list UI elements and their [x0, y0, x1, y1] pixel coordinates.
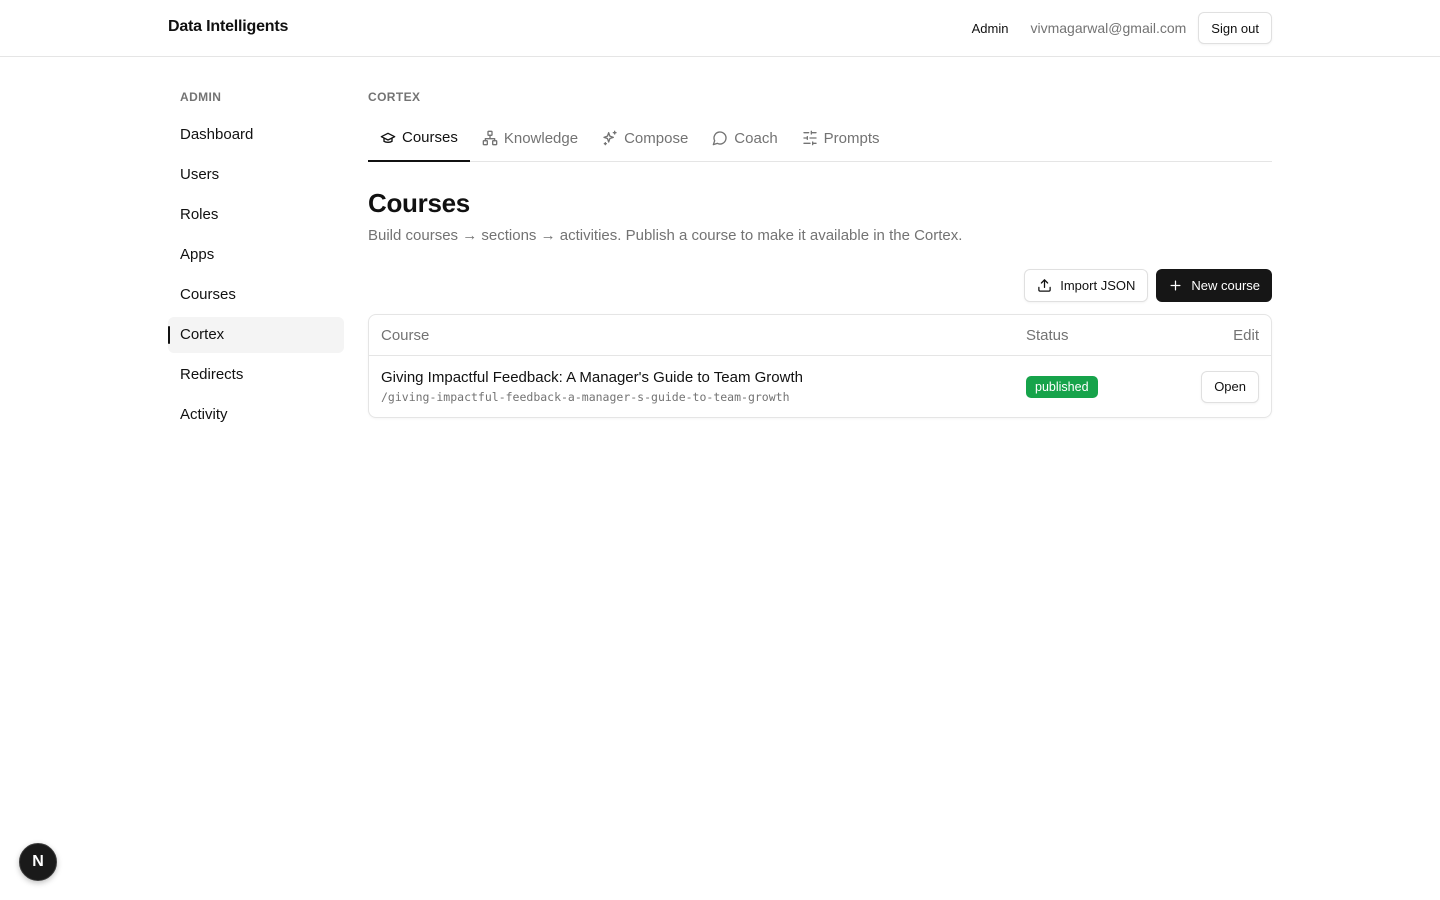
table-row: Giving Impactful Feedback: A Manager's G… — [369, 356, 1271, 417]
sidebar-item-dashboard[interactable]: Dashboard — [168, 117, 344, 153]
course-cell: Giving Impactful Feedback: A Manager's G… — [369, 369, 1026, 405]
tab-label: Coach — [734, 129, 778, 147]
section-label: CORTEX — [368, 90, 421, 104]
brand-name[interactable]: Data Intelligents — [168, 18, 288, 36]
graduation-cap-icon — [380, 132, 396, 143]
sidebar-item-redirects[interactable]: Redirects — [168, 357, 344, 393]
status-badge: published — [1026, 375, 1098, 398]
cortex-tabs: Courses Knowledge Compose Coach Prompts — [368, 115, 1272, 162]
tab-prompts[interactable]: Prompts — [790, 115, 892, 161]
message-circle-icon — [712, 131, 727, 146]
edit-cell: Open — [1196, 370, 1271, 403]
sidebar: ADMIN Dashboard Users Roles Apps Courses… — [168, 88, 344, 437]
plus-icon — [1170, 280, 1181, 291]
sidebar-item-roles[interactable]: Roles — [168, 197, 344, 233]
sliders-icon — [802, 130, 817, 146]
tab-label: Courses — [402, 129, 458, 146]
tab-label: Prompts — [823, 129, 880, 147]
user-email: vivmagarwal@gmail.com — [1030, 20, 1187, 36]
sidebar-heading: ADMIN — [180, 90, 222, 104]
tab-label: Knowledge — [503, 129, 579, 147]
tab-coach[interactable]: Coach — [700, 115, 789, 161]
top-bar-user-area: Admin vivmagarwal@gmail.com Sign out — [972, 12, 1272, 44]
column-header-status: Status — [1026, 326, 1069, 344]
upload-icon — [1038, 279, 1051, 292]
sidebar-item-activity[interactable]: Activity — [168, 397, 344, 433]
page-description: Build courses → sections → activities. P… — [368, 227, 963, 244]
new-course-label: New course — [1191, 278, 1260, 293]
network-icon — [482, 130, 498, 146]
sparkles-icon — [603, 130, 617, 146]
import-json-label: Import JSON — [1060, 278, 1136, 293]
column-header-course: Course — [381, 326, 430, 344]
sidebar-item-users[interactable]: Users — [168, 157, 344, 193]
nextjs-dev-tools-button[interactable]: N — [19, 843, 57, 881]
sign-out-button[interactable]: Sign out — [1198, 12, 1272, 44]
tab-knowledge[interactable]: Knowledge — [470, 115, 590, 161]
role-link[interactable]: Admin — [972, 21, 1009, 36]
sidebar-item-apps[interactable]: Apps — [168, 237, 344, 273]
open-course-button[interactable]: Open — [1201, 370, 1259, 403]
sidebar-item-cortex[interactable]: Cortex — [168, 317, 344, 353]
tab-label: Compose — [624, 129, 689, 147]
courses-table: Course Status Edit Giving Impactful Feed… — [368, 314, 1272, 418]
status-cell: published — [1026, 375, 1196, 398]
column-header-edit: Edit — [1233, 326, 1259, 344]
course-title: Giving Impactful Feedback: A Manager's G… — [381, 368, 803, 386]
tab-compose[interactable]: Compose — [590, 115, 700, 161]
page-title: Courses — [368, 188, 470, 218]
table-header: Course Status Edit — [369, 315, 1271, 356]
top-bar: Data Intelligents Admin vivmagarwal@gmai… — [0, 0, 1440, 57]
sidebar-item-courses[interactable]: Courses — [168, 277, 344, 313]
new-course-button[interactable]: New course — [1156, 269, 1272, 302]
main-content: CORTEX Courses Knowledge Compose Coach P… — [368, 88, 1272, 418]
course-actions: Import JSON New course — [368, 269, 1272, 302]
course-slug: /giving-impactful-feedback-a-manager-s-g… — [381, 389, 790, 404]
tab-courses[interactable]: Courses — [368, 115, 470, 162]
import-json-button[interactable]: Import JSON — [1024, 269, 1149, 302]
